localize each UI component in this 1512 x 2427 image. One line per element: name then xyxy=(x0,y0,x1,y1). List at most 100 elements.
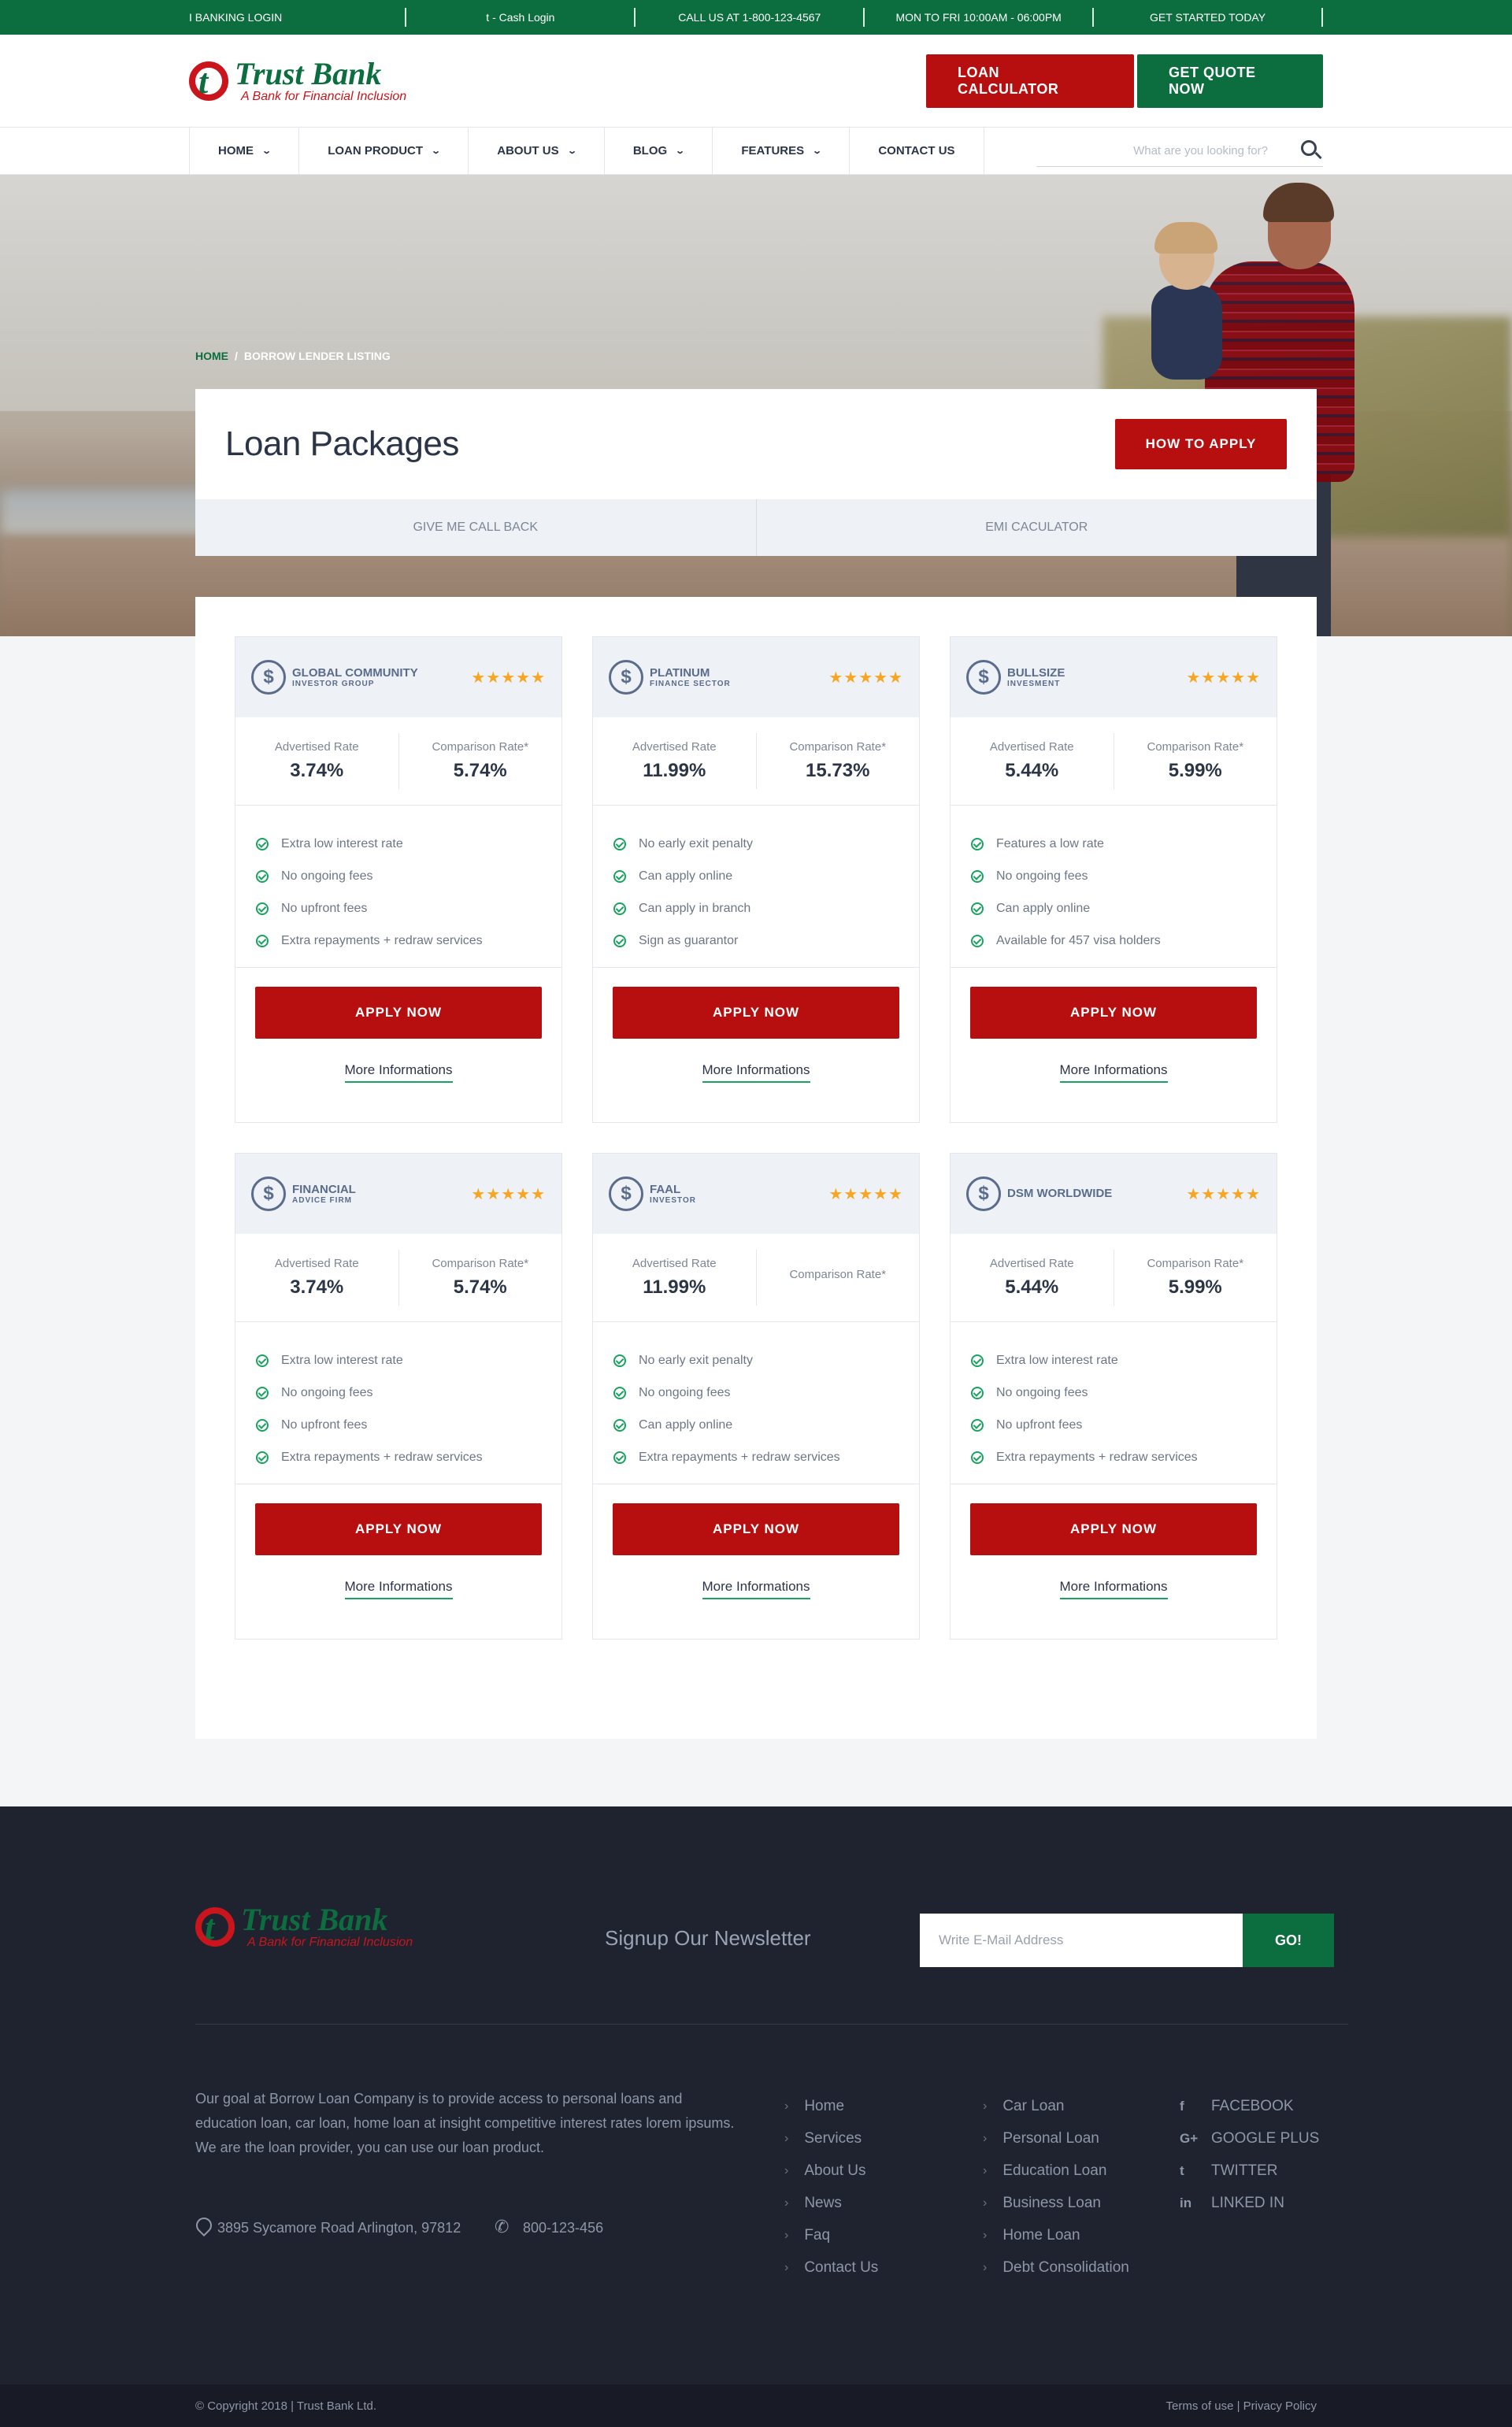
more-info-link[interactable]: More Informations xyxy=(702,1579,810,1599)
tab-emi-calculator[interactable]: EMI CACULATOR xyxy=(755,499,1317,556)
footer-link-item[interactable]: › Personal Loan xyxy=(983,2122,1129,2155)
footer-link-item[interactable]: › Car Loan xyxy=(983,2090,1129,2122)
more-info-link[interactable]: More Informations xyxy=(702,1062,810,1083)
nav-label: ABOUT US xyxy=(497,144,559,157)
footer-link[interactable]: About Us xyxy=(804,2162,865,2180)
rating-stars-icon: ★★★★★ xyxy=(828,669,903,687)
check-circle-icon xyxy=(256,1451,269,1464)
feature-list: Features a low rate No ongoing fees Can ap… xyxy=(951,806,1277,968)
footer-link-item[interactable]: › Debt Consolidation xyxy=(983,2251,1129,2284)
call-us-text: CALL US AT 1-800-123-4567 xyxy=(636,8,865,27)
footer-link-item[interactable]: › About Us xyxy=(784,2155,878,2187)
footer-divider xyxy=(195,2024,1348,2025)
footer-link[interactable]: Business Loan xyxy=(1002,2195,1101,2212)
more-info-link[interactable]: More Informations xyxy=(344,1579,453,1599)
feature-text: Extra repayments + redraw services xyxy=(281,1450,483,1464)
ibanking-login-link[interactable]: I BANKING LOGIN xyxy=(189,8,407,27)
feature-item: No ongoing fees xyxy=(256,860,541,892)
footer-link[interactable]: Car Loan xyxy=(1002,2098,1064,2115)
comparison-rate-value: 5.99% xyxy=(1168,1276,1222,1298)
nav-item-contact-us[interactable]: CONTACT US xyxy=(849,127,984,175)
feature-item: Extra repayments + redraw services xyxy=(256,924,541,957)
comparison-rate: Comparison Rate* xyxy=(755,1250,920,1306)
footer-link-item[interactable]: › Education Loan xyxy=(983,2155,1129,2187)
tab-call-back[interactable]: GIVE ME CALL BACK xyxy=(195,499,756,556)
apply-now-button[interactable]: APPLY NOW xyxy=(970,1503,1257,1555)
footer-link[interactable]: Personal Loan xyxy=(1002,2130,1099,2147)
apply-now-button[interactable]: APPLY NOW xyxy=(970,987,1257,1039)
footer-link[interactable]: News xyxy=(804,2195,842,2212)
footer-contact: 3895 Sycamore Road Arlington, 97812 ✆ 80… xyxy=(195,2216,603,2240)
footer-link[interactable]: Education Loan xyxy=(1002,2162,1106,2180)
more-info-link[interactable]: More Informations xyxy=(344,1062,453,1083)
footer-link[interactable]: Debt Consolidation xyxy=(1002,2259,1129,2277)
search-icon[interactable] xyxy=(1299,139,1323,162)
feature-item: Available for 457 visa holders xyxy=(971,924,1256,957)
chevron-right-icon: › xyxy=(983,2195,988,2210)
footer-logo[interactable]: t Trust Bank A Bank for Financial Inclus… xyxy=(195,1904,413,1950)
nav-item-home[interactable]: HOME ⌄ xyxy=(189,127,298,175)
apply-now-button[interactable]: APPLY NOW xyxy=(255,987,542,1039)
loan-listing-panel: $ GLOBAL COMMUNITY INVESTOR GROUP ★★★★★ … xyxy=(195,597,1317,1739)
social-link-linked-in[interactable]: in LINKED IN xyxy=(1180,2187,1319,2219)
lender-logo-icon: $ xyxy=(966,660,1001,695)
get-quote-button[interactable]: GET QUOTE NOW xyxy=(1137,54,1323,108)
loan-card: $ GLOBAL COMMUNITY INVESTOR GROUP ★★★★★ … xyxy=(235,636,562,1123)
newsletter-go-button[interactable]: GO! xyxy=(1243,1914,1334,1967)
social-link-google-plus[interactable]: G+ GOOGLE PLUS xyxy=(1180,2122,1319,2155)
breadcrumb-home-link[interactable]: HOME xyxy=(195,350,228,362)
nav-item-features[interactable]: FEATURES ⌄ xyxy=(712,127,849,175)
more-info-link[interactable]: More Informations xyxy=(1059,1579,1168,1599)
newsletter-label: Signup Our Newsletter xyxy=(605,1926,811,1950)
footer-link-item[interactable]: › Home xyxy=(784,2090,878,2122)
footer-link[interactable]: Services xyxy=(804,2130,862,2147)
footer-link-item[interactable]: › Faq xyxy=(784,2219,878,2251)
footer-link-item[interactable]: › Home Loan xyxy=(983,2219,1129,2251)
footer-link[interactable]: Contact Us xyxy=(804,2259,878,2277)
apply-now-button[interactable]: APPLY NOW xyxy=(613,1503,899,1555)
nav-item-blog[interactable]: BLOG ⌄ xyxy=(603,127,713,175)
site-logo[interactable]: t Trust Bank A Bank for Financial Inclus… xyxy=(189,52,406,110)
footer-link[interactable]: Home xyxy=(804,2098,844,2115)
apply-now-button[interactable]: APPLY NOW xyxy=(613,987,899,1039)
feature-text: No upfront fees xyxy=(281,1417,368,1432)
footer-link-item[interactable]: › Services xyxy=(784,2122,878,2155)
address-text: 3895 Sycamore Road Arlington, 97812 xyxy=(217,2220,461,2236)
nav-item-loan-product[interactable]: LOAN PRODUCT ⌄ xyxy=(298,127,468,175)
main-nav: HOME ⌄ LOAN PRODUCT ⌄ ABOUT US ⌄ BLOG ⌄ FEAT… xyxy=(0,127,1512,175)
newsletter-email-input[interactable] xyxy=(920,1914,1243,1967)
search-input[interactable] xyxy=(1036,143,1299,157)
lender-brand: $ FAAL INVESTOR xyxy=(609,1176,696,1211)
loan-calculator-button[interactable]: LOAN CALCULATOR xyxy=(926,54,1134,108)
footer-links-main: › Home › Services › About Us › News › Faq › Contact… xyxy=(784,2090,878,2284)
check-circle-icon xyxy=(971,837,984,850)
chevron-right-icon: › xyxy=(983,2163,988,2177)
breadcrumb-separator: / xyxy=(235,350,238,362)
tcash-login-link[interactable]: t - Cash Login xyxy=(406,8,636,27)
get-started-link[interactable]: GET STARTED TODAY xyxy=(1094,8,1323,27)
apply-now-button[interactable]: APPLY NOW xyxy=(255,1503,542,1555)
card-footer: APPLY NOW More Informations xyxy=(235,968,561,1122)
feature-list: No early exit penalty Can apply online Can… xyxy=(593,806,919,968)
feature-text: No ongoing fees xyxy=(281,869,373,883)
social-label[interactable]: TWITTER xyxy=(1211,2162,1277,2180)
footer-link-item[interactable]: › Business Loan xyxy=(983,2187,1129,2219)
chevron-down-icon: ⌄ xyxy=(675,146,686,156)
footer-link[interactable]: Home Loan xyxy=(1002,2227,1080,2244)
lender-brand: $ GLOBAL COMMUNITY INVESTOR GROUP xyxy=(251,660,418,695)
social-label[interactable]: LINKED IN xyxy=(1211,2195,1284,2212)
social-label[interactable]: FACEBOOK xyxy=(1211,2098,1294,2115)
advertised-rate-value: 11.99% xyxy=(643,1276,706,1298)
nav-item-about-us[interactable]: ABOUT US ⌄ xyxy=(468,127,604,175)
footer-link[interactable]: Faq xyxy=(804,2227,830,2244)
social-label[interactable]: GOOGLE PLUS xyxy=(1211,2130,1319,2147)
footer-links-loans: › Car Loan › Personal Loan › Education Loan › B… xyxy=(983,2090,1129,2284)
terms-privacy-link[interactable]: Terms of use | Privacy Policy xyxy=(1166,2399,1317,2413)
how-to-apply-button[interactable]: HOW TO APPLY xyxy=(1115,419,1287,469)
social-link-twitter[interactable]: t TWITTER xyxy=(1180,2155,1319,2187)
footer-link-item[interactable]: › Contact Us xyxy=(784,2251,878,2284)
more-info-link[interactable]: More Informations xyxy=(1059,1062,1168,1083)
footer-link-item[interactable]: › News xyxy=(784,2187,878,2219)
main-content: $ GLOBAL COMMUNITY INVESTOR GROUP ★★★★★ … xyxy=(0,597,1512,1806)
social-link-facebook[interactable]: f FACEBOOK xyxy=(1180,2090,1319,2122)
